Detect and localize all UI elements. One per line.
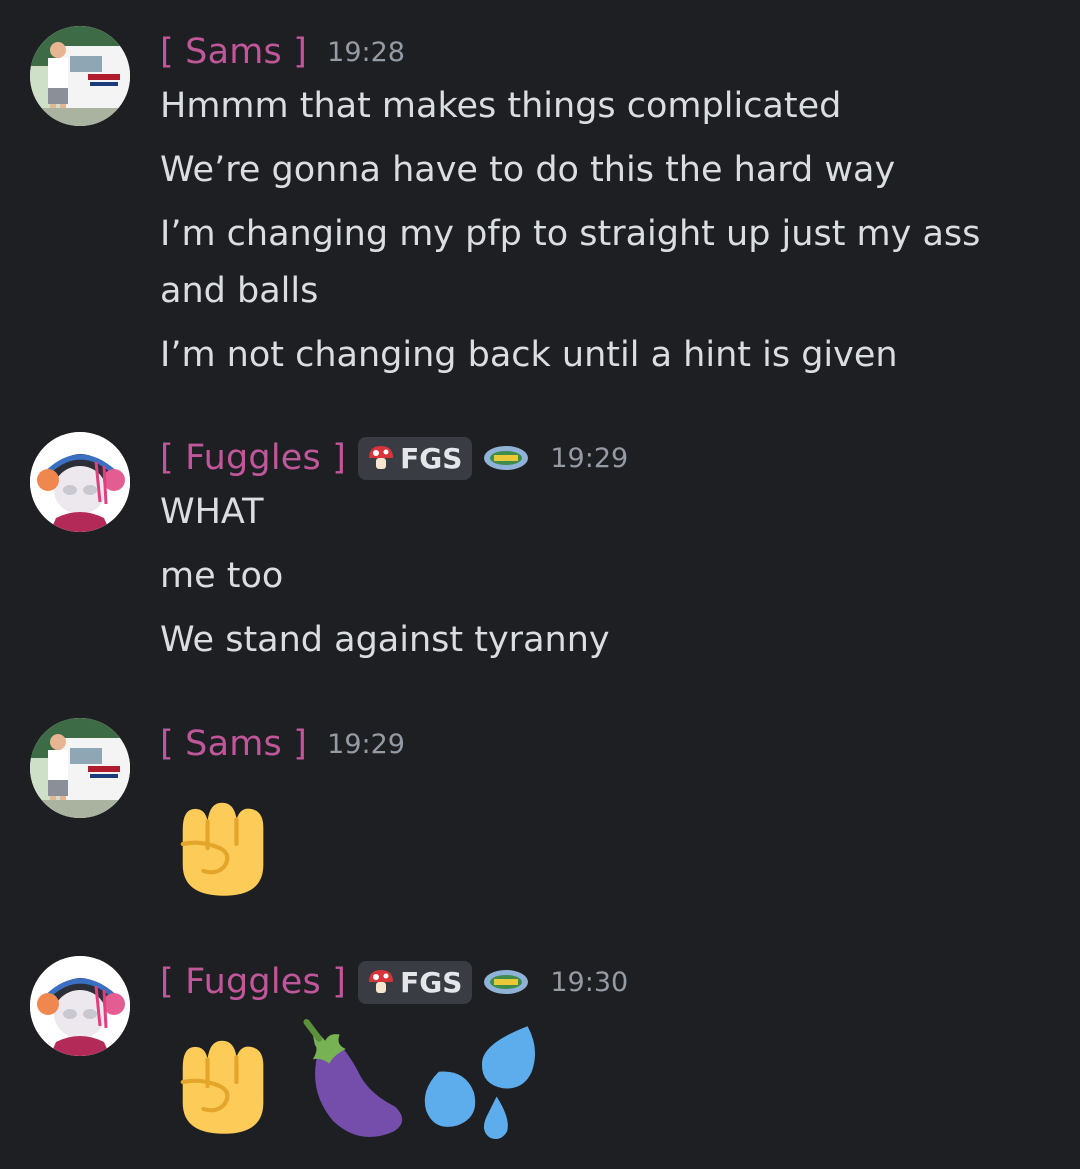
message-header: [ Fuggles ] FGS 19:29 [160, 432, 1040, 484]
message-header: [ Sams ] 19:29 [160, 718, 1040, 770]
raised-fist-emoji[interactable] [160, 780, 284, 904]
message-text: We’re gonna have to do this the hard way [160, 150, 896, 190]
message-text: I’m not changing back until a hint is gi… [160, 335, 898, 375]
message-text: We stand against tyranny [160, 620, 610, 660]
username[interactable]: [ Sams ] [160, 724, 307, 764]
timestamp: 19:28 [327, 36, 405, 68]
mushroom-icon [366, 967, 396, 997]
message-text: WHAT [160, 492, 264, 532]
timestamp: 19:30 [550, 966, 629, 998]
message-header: [ Fuggles ] FGS 19:30 [160, 956, 1040, 1008]
server-badge-icon[interactable] [482, 968, 530, 996]
message-text: I’m changing my pfp to straight up just … [160, 214, 981, 311]
username[interactable]: [ Fuggles ] [160, 438, 346, 478]
guild-tag-label: FGS [400, 965, 463, 999]
sams-avatar[interactable] [30, 718, 130, 818]
guild-tag-label: FGS [400, 441, 463, 475]
sams-avatar[interactable] [30, 26, 130, 126]
sweat-droplets-emoji[interactable] [416, 1018, 540, 1142]
timestamp: 19:29 [550, 442, 629, 474]
mushroom-icon [366, 443, 396, 473]
guild-tag[interactable]: FGS [358, 960, 473, 1004]
message-header: [ Sams ] 19:28 [160, 26, 1040, 78]
emoji-message [160, 780, 1040, 904]
message-text: Hmmm that makes things complicated [160, 86, 842, 126]
emoji-message [160, 1018, 1040, 1142]
server-badge-icon[interactable] [482, 444, 530, 472]
fuggles-avatar[interactable] [30, 956, 130, 1056]
guild-tag[interactable]: FGS [358, 436, 473, 480]
timestamp: 19:29 [327, 728, 405, 760]
eggplant-emoji[interactable] [288, 1018, 412, 1142]
message-text: me too [160, 556, 284, 596]
username[interactable]: [ Fuggles ] [160, 962, 346, 1002]
username[interactable]: [ Sams ] [160, 32, 307, 72]
fuggles-avatar[interactable] [30, 432, 130, 532]
raised-fist-emoji[interactable] [160, 1018, 284, 1142]
